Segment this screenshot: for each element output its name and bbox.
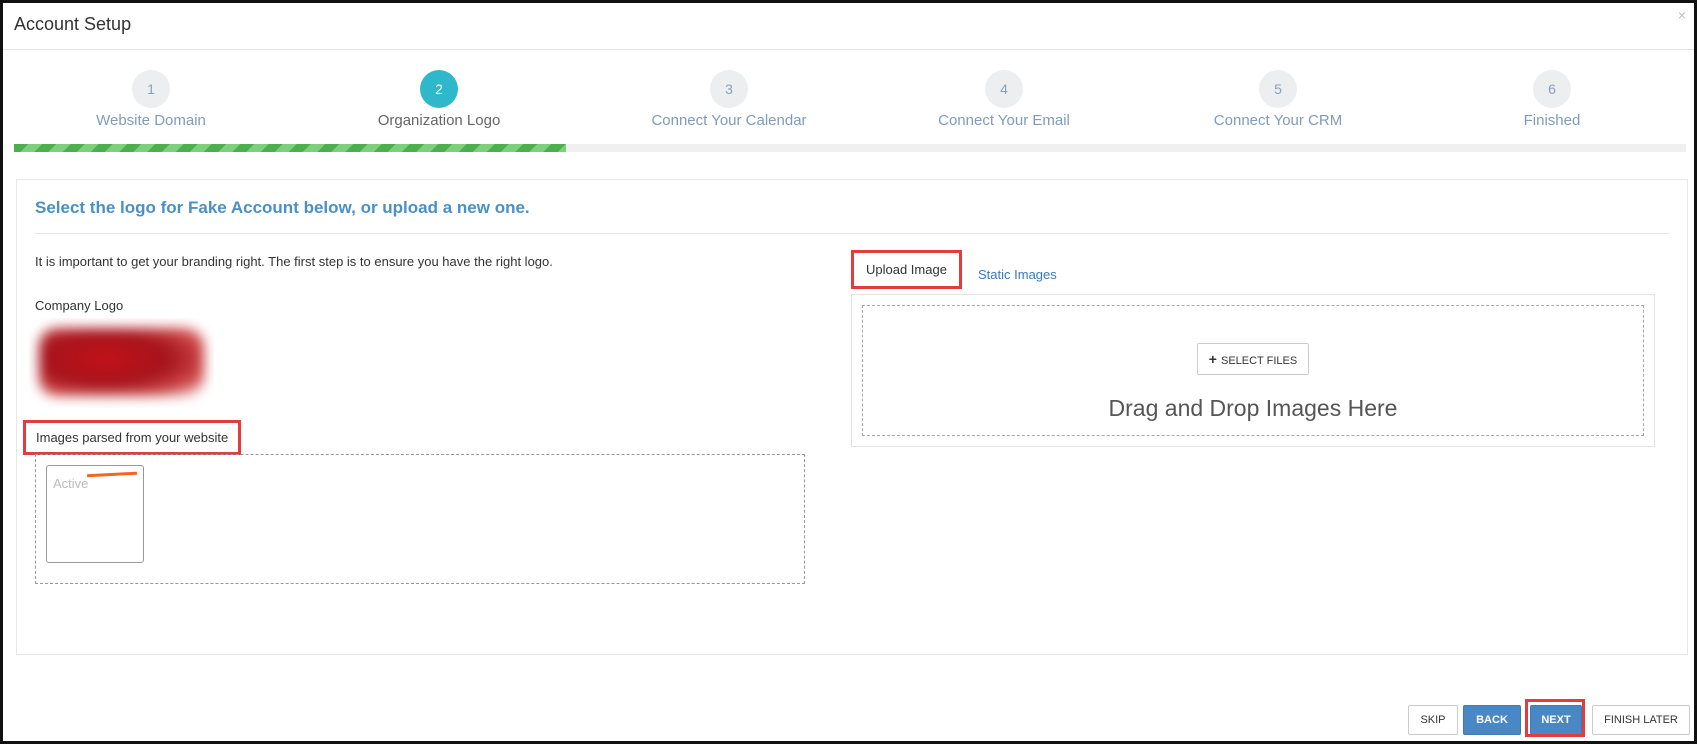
heading-divider <box>35 233 1669 234</box>
drag-drop-text: Drag and Drop Images Here <box>1108 395 1398 421</box>
step-number: 1 <box>132 70 170 108</box>
progress-bar-fill <box>14 144 566 152</box>
upload-panel: + SELECT FILES Drag and Drop Images Here <box>851 294 1655 447</box>
thumbnail-logo-swoosh <box>86 471 138 478</box>
tab-upload-image[interactable]: Upload Image <box>851 250 962 289</box>
drop-zone[interactable]: + SELECT FILES Drag and Drop Images Here <box>862 305 1644 436</box>
finish-later-button[interactable]: FINISH LATER <box>1592 705 1690 735</box>
step-label: Connect Your Email <box>938 112 1070 129</box>
panel-heading: Select the logo for Fake Account below, … <box>35 198 530 217</box>
back-button[interactable]: BACK <box>1463 705 1521 735</box>
dialog-title: Account Setup <box>14 14 132 34</box>
step-organization-logo[interactable]: 2 Organization Logo <box>319 70 559 129</box>
step-label: Organization Logo <box>377 112 501 129</box>
parsed-image-thumbnail[interactable]: Active <box>46 465 144 563</box>
step-label: Finished <box>1523 112 1581 129</box>
intro-text: It is important to get your branding rig… <box>35 254 553 269</box>
step-number: 4 <box>985 70 1023 108</box>
close-icon[interactable]: × <box>1678 7 1686 23</box>
next-button-highlight <box>1525 699 1585 737</box>
step-number: 3 <box>710 70 748 108</box>
skip-button[interactable]: SKIP <box>1408 705 1458 735</box>
account-setup-dialog: Account Setup × 1 Website Domain 2 Organ… <box>0 0 1697 744</box>
step-number: 2 <box>420 70 458 108</box>
step-connect-calendar[interactable]: 3 Connect Your Calendar <box>609 70 849 129</box>
step-number: 6 <box>1533 70 1571 108</box>
blurred-logo <box>39 328 204 396</box>
tab-static-images[interactable]: Static Images <box>978 267 1057 282</box>
step-label: Connect Your Calendar <box>651 112 807 129</box>
step-label: Connect Your CRM <box>1213 112 1343 129</box>
company-logo-label: Company Logo <box>35 298 124 313</box>
parsed-images-label: Images parsed from your website <box>23 420 242 455</box>
step-connect-email[interactable]: 4 Connect Your Email <box>884 70 1124 129</box>
step-number: 5 <box>1259 70 1297 108</box>
title-divider <box>3 49 1694 50</box>
select-files-label: SELECT FILES <box>1220 355 1298 367</box>
company-logo-image <box>29 318 214 408</box>
plus-icon: + <box>1208 351 1217 367</box>
step-finished[interactable]: 6 Finished <box>1432 70 1672 129</box>
thumbnail-logo-text: Active <box>53 476 89 491</box>
step-website-domain[interactable]: 1 Website Domain <box>31 70 271 129</box>
select-files-button[interactable]: + SELECT FILES <box>1197 343 1309 375</box>
step-connect-crm[interactable]: 5 Connect Your CRM <box>1158 70 1398 129</box>
parsed-images-area: Active <box>35 454 805 584</box>
progress-bar <box>14 144 1686 152</box>
step-label: Website Domain <box>96 112 206 129</box>
